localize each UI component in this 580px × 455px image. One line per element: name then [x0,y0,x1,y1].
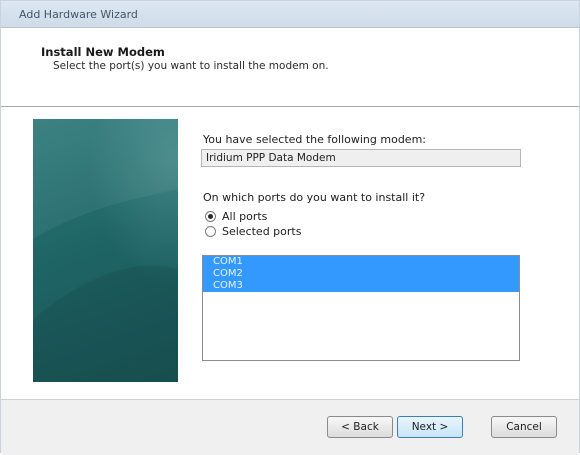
wizard-window: Add Hardware Wizard Install New Modem Se… [0,0,580,455]
next-button[interactable]: Next > [397,416,463,438]
radio-all-ports[interactable]: All ports [205,209,267,223]
wizard-footer: < Back Next > Cancel [1,399,579,455]
wizard-banner-image [33,119,178,382]
selected-modem-field: Iridium PPP Data Modem [201,149,521,167]
title-bar[interactable]: Add Hardware Wizard [1,1,579,28]
wizard-body: You have selected the following modem: I… [1,107,579,399]
page-title: Install New Modem [41,45,165,59]
radio-all-ports-indicator[interactable] [205,210,216,222]
port-list[interactable]: COM1 COM2 COM3 [202,255,520,361]
page-subtitle: Select the port(s) you want to install t… [53,60,329,72]
cancel-button[interactable]: Cancel [491,416,557,438]
radio-selected-ports[interactable]: Selected ports [205,224,301,238]
selected-modem-label: You have selected the following modem: [203,133,426,146]
wizard-header: Install New Modem Select the port(s) you… [1,28,579,107]
window-title: Add Hardware Wizard [19,8,138,21]
port-list-item[interactable]: COM2 [203,268,519,280]
back-button[interactable]: < Back [327,416,393,438]
port-list-item[interactable]: COM3 [203,280,519,292]
port-list-item[interactable]: COM1 [203,256,519,268]
radio-selected-ports-indicator[interactable] [205,225,216,237]
radio-selected-ports-label: Selected ports [222,224,302,238]
ports-question-label: On which ports do you want to install it… [203,191,426,204]
banner-curve-decoration [33,119,178,382]
radio-all-ports-label: All ports [222,209,268,223]
